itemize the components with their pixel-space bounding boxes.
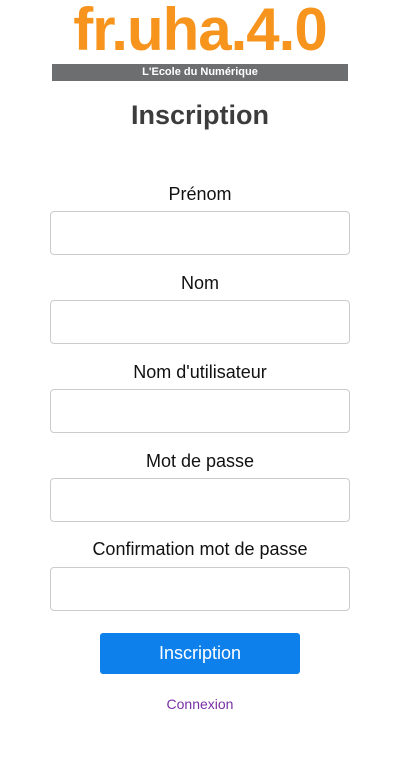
fruha-logo: fr.uha.4.0 L'Ecole du Numérique — [52, 0, 348, 81]
first-name-input[interactable] — [50, 211, 350, 255]
last-name-label: Nom — [180, 273, 219, 293]
first-name-label: Prénom — [168, 184, 232, 204]
username-label: Nom d'utilisateur — [133, 362, 267, 382]
page-title: Inscription — [130, 100, 269, 130]
password-input[interactable] — [50, 478, 350, 522]
username-input[interactable] — [50, 389, 350, 433]
last-name-input[interactable] — [50, 300, 350, 344]
confirm-password-label: Confirmation mot de passe — [92, 539, 308, 559]
signup-page: fr.uha.4.0 L'Ecole du Numérique Inscript… — [0, 0, 400, 759]
logo-main-text: fr.uha.4.0 — [73, 0, 327, 63]
confirm-password-input[interactable] — [50, 567, 350, 611]
password-label: Mot de passe — [145, 451, 255, 471]
signup-button[interactable]: Inscription — [100, 633, 300, 674]
logo-tagline: L'Ecole du Numérique — [52, 64, 348, 81]
login-link[interactable]: Connexion — [0, 696, 400, 713]
